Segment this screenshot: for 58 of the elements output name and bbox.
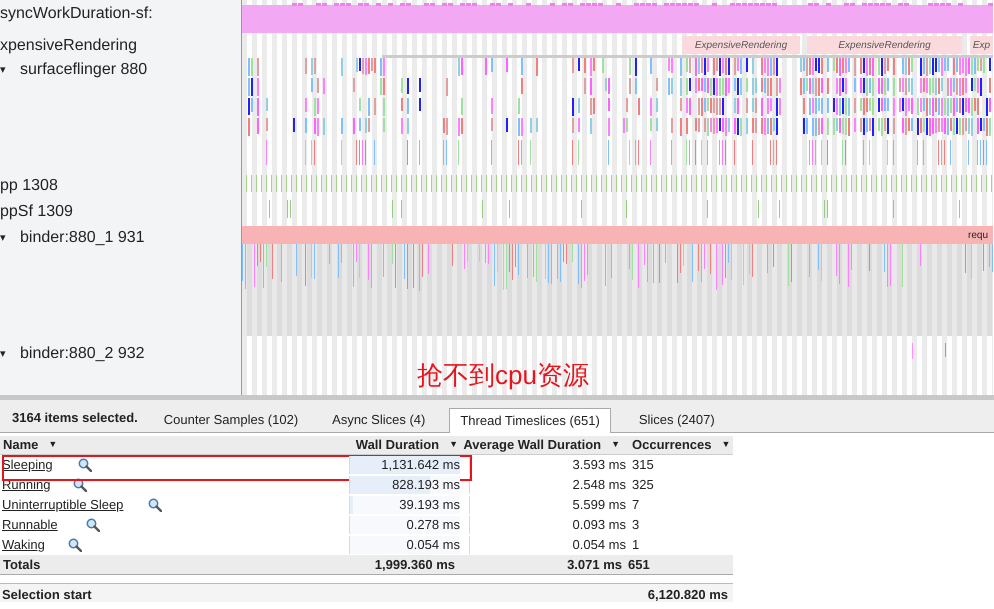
track-label: surfaceflinger 880	[20, 60, 148, 80]
search-icon[interactable]	[148, 498, 162, 512]
track-label: ppSf 1309	[0, 202, 73, 222]
track-label: syncWorkDuration-sf:	[0, 4, 153, 24]
state-link[interactable]: Uninterruptible Sleep	[2, 495, 148, 515]
expander-icon[interactable]: ▾	[0, 62, 8, 78]
table-cell-text: 0.054 ms	[406, 536, 460, 554]
search-icon[interactable]	[78, 458, 92, 472]
table-cell-text: 0.278 ms	[406, 516, 460, 534]
column-header[interactable]: Occurrences	[632, 435, 712, 455]
tab[interactable]: Counter Samples (102)	[154, 407, 308, 432]
table-cell-text: 0.093 ms	[572, 516, 627, 534]
track-label: xpensiveRendering	[0, 36, 137, 56]
state-link[interactable]: Sleeping	[2, 455, 78, 475]
table-cell-text: 3	[632, 516, 640, 534]
totals-label: Totals	[2, 556, 42, 574]
slice-label: requ	[968, 229, 990, 243]
field-label: Selection start	[1, 586, 93, 602]
column-header[interactable]: Name	[3, 435, 38, 455]
sort-icon[interactable]: ▼	[722, 438, 730, 452]
table-cell-text: 1	[632, 536, 640, 554]
state-link[interactable]: Runnable	[2, 515, 86, 535]
tab[interactable]: Slices (2407)	[628, 407, 725, 432]
annotation-text: 抢不到cpu资源	[417, 359, 589, 392]
table-cell-text: 325	[632, 476, 655, 494]
table-cell-text: 315	[632, 456, 655, 474]
sort-icon[interactable]: ▼	[48, 438, 58, 452]
expander-icon[interactable]: ▾	[0, 346, 8, 362]
table-cell-text: 5.599 ms	[572, 496, 627, 514]
table-cell-text: 3.071 ms	[566, 556, 623, 574]
sort-icon[interactable]: ▼	[449, 438, 458, 452]
tab[interactable]: Async Slices (4)	[322, 407, 436, 432]
slice-label: ExpensiveRendering	[837, 39, 932, 53]
field-value: 6,120.820 ms	[646, 586, 728, 602]
table-cell-text: 1,999.360 ms	[374, 556, 455, 574]
track-label: binder:880_1 931	[20, 228, 145, 248]
slice-label: ExpensiveRendering	[694, 39, 788, 53]
table-cell-text: 39.193 ms	[399, 496, 460, 514]
expander-icon[interactable]: ▾	[0, 230, 8, 246]
table-cell-text: 828.193 ms	[392, 476, 460, 494]
table-cell-text: 651	[628, 556, 651, 574]
state-link[interactable]: Waking	[2, 535, 68, 555]
tab[interactable]: Thread Timeslices (651)	[449, 408, 611, 433]
track-label: binder:880_2 932	[20, 344, 145, 364]
table-cell-text: 7	[632, 496, 640, 514]
search-icon[interactable]	[68, 538, 82, 552]
search-icon[interactable]	[73, 478, 87, 492]
table-cell-text: 0.054 ms	[572, 536, 627, 554]
sort-icon[interactable]: ▼	[611, 438, 620, 452]
table-cell-text: 1,131.642 ms	[381, 456, 460, 474]
table-cell-text: 2.548 ms	[572, 476, 627, 494]
track-label: pp 1308	[0, 176, 58, 196]
column-header[interactable]: Average Wall Duration	[463, 435, 602, 455]
column-header[interactable]: Wall Duration	[356, 435, 440, 455]
table-cell-text: 3.593 ms	[572, 456, 627, 474]
selection-count: 3164 items selected.	[12, 408, 138, 426]
search-icon[interactable]	[86, 518, 100, 532]
slice-label: Exp	[972, 39, 992, 53]
